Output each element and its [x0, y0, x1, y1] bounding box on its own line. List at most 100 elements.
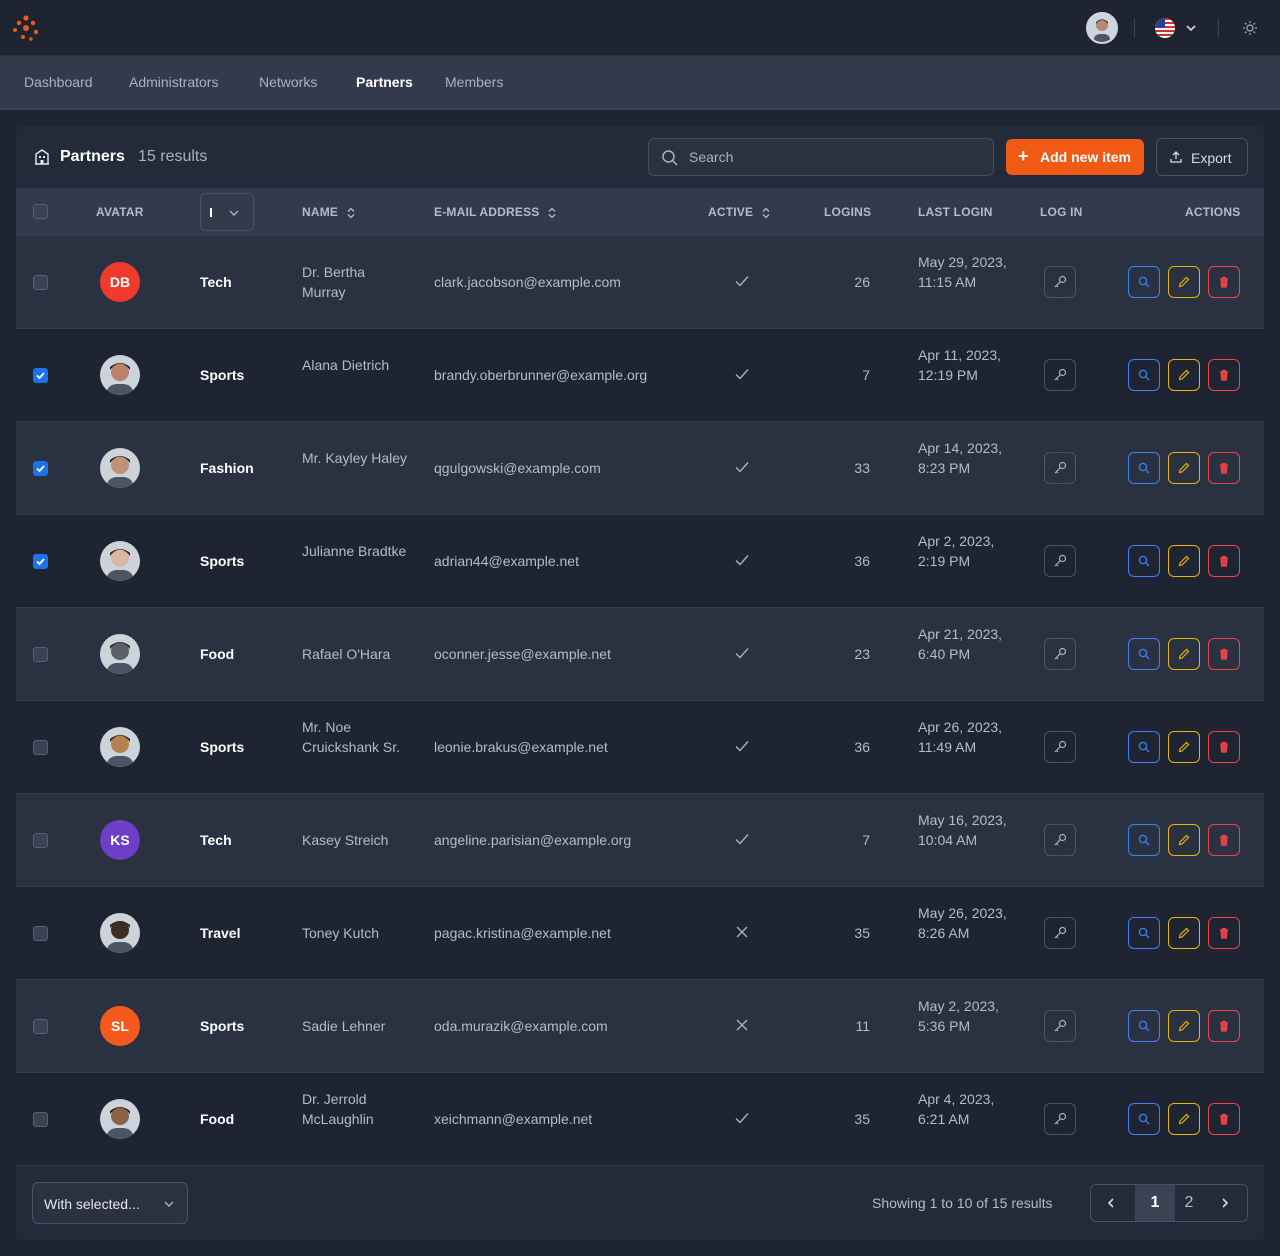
avatar	[100, 634, 140, 674]
edit-button[interactable]	[1168, 452, 1200, 484]
delete-button[interactable]	[1208, 638, 1240, 670]
login-as-button[interactable]	[1044, 359, 1076, 391]
logo-icon[interactable]	[10, 12, 42, 44]
chevron-down-icon[interactable]	[1185, 22, 1197, 34]
delete-button[interactable]	[1208, 1010, 1240, 1042]
category-cell: Tech	[200, 274, 232, 290]
view-button[interactable]	[1128, 638, 1160, 670]
nav-dashboard[interactable]: Dashboard	[24, 74, 93, 90]
login-as-button[interactable]	[1044, 1010, 1076, 1042]
bulk-action-select[interactable]: With selected...	[32, 1182, 188, 1224]
check-icon	[734, 738, 750, 754]
view-button[interactable]	[1128, 731, 1160, 763]
check-icon	[734, 1110, 750, 1126]
last-login-cell: Apr 2, 2023, 2:19 PM	[918, 533, 995, 569]
add-new-item-button[interactable]: + Add new item	[1006, 139, 1144, 175]
logins-cell: 36	[854, 553, 870, 569]
name-cell: Mr. Noe Cruickshank Sr.	[302, 719, 401, 755]
table-row: Fashion Mr. Kayley Haley qgulgowski@exampl…	[16, 422, 1264, 515]
delete-button[interactable]	[1208, 545, 1240, 577]
category-cell: Sports	[200, 367, 245, 383]
name-cell: Dr. Jerrold McLaughlin	[302, 1091, 374, 1127]
avatar	[100, 541, 140, 581]
edit-button[interactable]	[1168, 917, 1200, 949]
login-as-button[interactable]	[1044, 638, 1076, 670]
row-checkbox[interactable]	[33, 1112, 48, 1127]
row-checkbox[interactable]	[33, 368, 48, 383]
edit-button[interactable]	[1168, 266, 1200, 298]
logins-cell: 33	[854, 460, 870, 476]
name-cell: Kasey Streich	[302, 832, 389, 848]
edit-button[interactable]	[1168, 359, 1200, 391]
row-checkbox[interactable]	[33, 740, 48, 755]
login-as-button[interactable]	[1044, 731, 1076, 763]
page-title: Partners	[60, 148, 125, 165]
page-2-button[interactable]: 2	[1169, 1185, 1209, 1221]
edit-button[interactable]	[1168, 824, 1200, 856]
user-avatar[interactable]	[1086, 12, 1118, 44]
login-as-button[interactable]	[1044, 824, 1076, 856]
sort-icon	[762, 207, 770, 219]
delete-button[interactable]	[1208, 359, 1240, 391]
chevron-down-icon	[229, 210, 239, 216]
check-icon	[734, 366, 750, 382]
name-cell: Mr. Kayley Haley	[302, 450, 408, 466]
row-checkbox[interactable]	[33, 647, 48, 662]
edit-button[interactable]	[1168, 1103, 1200, 1135]
login-as-button[interactable]	[1044, 545, 1076, 577]
col-email[interactable]: E-MAIL ADDRESS	[434, 205, 557, 219]
delete-button[interactable]	[1208, 731, 1240, 763]
result-count: 15 results	[138, 148, 208, 165]
row-checkbox[interactable]	[33, 833, 48, 848]
last-login-cell: Apr 26, 2023, 11:49 AM	[918, 719, 1003, 755]
export-button[interactable]: Export	[1156, 138, 1248, 176]
edit-button[interactable]	[1168, 638, 1200, 670]
row-checkbox[interactable]	[33, 554, 48, 569]
edit-button[interactable]	[1168, 545, 1200, 577]
email-cell: brandy.oberbrunner@example.org	[434, 367, 648, 383]
view-button[interactable]	[1128, 359, 1160, 391]
nav-partners[interactable]: Partners	[356, 74, 413, 90]
login-as-button[interactable]	[1044, 917, 1076, 949]
view-button[interactable]	[1128, 545, 1160, 577]
login-as-button[interactable]	[1044, 266, 1076, 298]
category-cell: Food	[200, 646, 235, 662]
login-as-button[interactable]	[1044, 1103, 1076, 1135]
nav-members[interactable]: Members	[445, 74, 503, 90]
delete-button[interactable]	[1208, 824, 1240, 856]
search-input[interactable]	[689, 139, 979, 175]
delete-button[interactable]	[1208, 1103, 1240, 1135]
delete-button[interactable]	[1208, 452, 1240, 484]
view-button[interactable]	[1128, 917, 1160, 949]
category-cell: Travel	[200, 925, 241, 941]
row-checkbox[interactable]	[33, 1019, 48, 1034]
column-select[interactable]	[200, 193, 254, 231]
delete-button[interactable]	[1208, 917, 1240, 949]
view-button[interactable]	[1128, 1103, 1160, 1135]
chevron-left-icon	[1107, 1198, 1114, 1208]
nav-networks[interactable]: Networks	[259, 74, 317, 90]
nav-administrators[interactable]: Administrators	[129, 74, 218, 90]
avatar: DB	[100, 262, 140, 302]
view-button[interactable]	[1128, 824, 1160, 856]
row-checkbox[interactable]	[33, 461, 48, 476]
prev-page-button[interactable]	[1091, 1185, 1131, 1221]
building-icon	[35, 149, 49, 165]
view-button[interactable]	[1128, 266, 1160, 298]
login-as-button[interactable]	[1044, 452, 1076, 484]
edit-button[interactable]	[1168, 731, 1200, 763]
name-cell: Julianne Bradtke	[302, 543, 407, 559]
view-button[interactable]	[1128, 452, 1160, 484]
view-button[interactable]	[1128, 1010, 1160, 1042]
row-checkbox[interactable]	[33, 926, 48, 941]
next-page-button[interactable]	[1205, 1185, 1245, 1221]
col-active[interactable]: ACTIVE	[708, 205, 771, 219]
select-all-checkbox[interactable]	[33, 204, 48, 219]
x-icon	[734, 924, 750, 940]
row-checkbox[interactable]	[33, 275, 48, 290]
edit-button[interactable]	[1168, 1010, 1200, 1042]
sun-icon[interactable]	[1242, 20, 1258, 36]
col-name[interactable]: NAME	[302, 205, 356, 219]
delete-button[interactable]	[1208, 266, 1240, 298]
us-flag-icon[interactable]	[1155, 18, 1175, 38]
